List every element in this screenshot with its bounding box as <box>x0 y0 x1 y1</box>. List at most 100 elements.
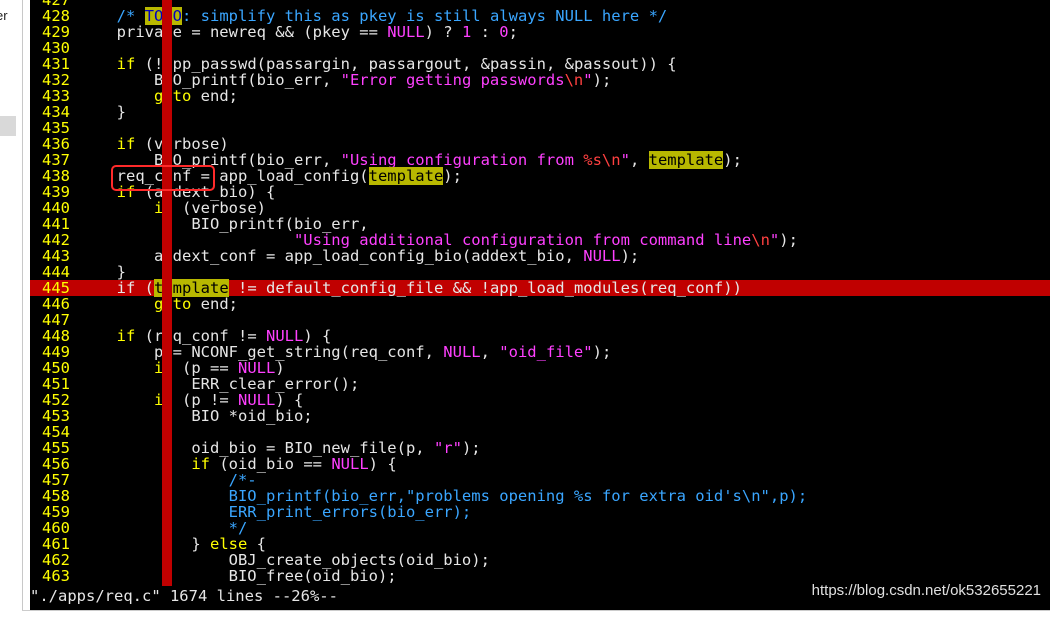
line-number: 449 <box>42 343 70 361</box>
line-number: 458 <box>42 487 70 505</box>
code-line[interactable]: 459 ERR_print_errors(bio_err); <box>30 504 1050 520</box>
panel-selection-strip[interactable] <box>0 116 16 136</box>
code-line[interactable]: 448 if (req_conf != NULL) { <box>30 328 1050 344</box>
line-number: 447 <box>42 311 70 329</box>
code-line[interactable]: 447 <box>30 312 1050 328</box>
code-token: NULL <box>443 343 481 361</box>
code-line[interactable]: 452 if (p != NULL) { <box>30 392 1050 408</box>
line-number: 441 <box>42 215 70 233</box>
code-line[interactable]: 460 */ <box>30 520 1050 536</box>
code-line[interactable]: 454 <box>30 424 1050 440</box>
colorcolumn-bar <box>162 0 172 586</box>
line-number: 461 <box>42 535 70 553</box>
line-number: 457 <box>42 471 70 489</box>
req-conf-annotation-box <box>111 165 215 191</box>
code-token: ; <box>508 23 518 41</box>
code-line[interactable]: 440 if (verbose) <box>30 200 1050 216</box>
code-line[interactable]: 442 "Using additional configuration from… <box>30 232 1050 248</box>
line-number: 439 <box>42 183 70 201</box>
code-line[interactable]: 436 if (verbose) <box>30 136 1050 152</box>
code-token: "r" <box>433 439 462 457</box>
code-line[interactable]: 451 ERR_clear_error(); <box>30 376 1050 392</box>
code-line[interactable]: 430 <box>30 40 1050 56</box>
code-token: 0 <box>499 23 509 41</box>
code-line[interactable]: 443 addext_conf = app_load_config_bio(ad… <box>30 248 1050 264</box>
code-line[interactable]: 445 if (template != default_config_file … <box>30 279 1050 297</box>
code-token: NULL <box>583 247 621 265</box>
code-line[interactable]: 458 BIO_printf(bio_err,"problems opening… <box>30 488 1050 504</box>
code-token: , <box>480 343 500 361</box>
code-line[interactable]: 455 oid_bio = BIO_new_file(p, "r"); <box>30 440 1050 456</box>
code-token: " <box>583 71 593 89</box>
code-token: goto <box>154 295 192 313</box>
code-token: 1 <box>461 23 472 41</box>
code-line[interactable]: 457 /*- <box>30 472 1050 488</box>
line-number: 442 <box>42 231 70 249</box>
line-number: 434 <box>42 103 70 121</box>
code-line[interactable]: 450 if (p == NULL) <box>30 360 1050 376</box>
code-line[interactable]: 453 BIO *oid_bio; <box>30 408 1050 424</box>
code-token: ); <box>620 247 640 265</box>
code-line[interactable]: 449 p = NCONF_get_string(req_conf, NULL,… <box>30 344 1050 360</box>
code-token: BIO_free(oid_bio); <box>70 567 397 585</box>
code-line[interactable]: 446 goto end; <box>30 296 1050 312</box>
code-line[interactable]: 435 <box>30 120 1050 136</box>
line-number: 431 <box>42 55 70 73</box>
code-line[interactable]: 444 } <box>30 264 1050 280</box>
code-line[interactable]: 462 OBJ_create_objects(oid_bio); <box>30 552 1050 568</box>
line-number: 463 <box>42 567 70 585</box>
code-token: ); <box>443 167 462 185</box>
code-token: template <box>368 167 444 185</box>
code-token: "Error getting passwords <box>340 71 565 89</box>
code-token: ); <box>592 71 612 89</box>
code-token: addext_conf = app_load_config_bio(addext… <box>70 247 584 265</box>
code-line[interactable]: 431 if (!app_passwd(passargin, passargou… <box>30 56 1050 72</box>
code-line[interactable]: 461 } else { <box>30 536 1050 552</box>
code-line[interactable]: 456 if (oid_bio == NULL) { <box>30 456 1050 472</box>
code-token: != default_config_file && !app_load_modu… <box>228 279 742 297</box>
line-number: 437 <box>42 151 70 169</box>
code-line[interactable]: 441 BIO_printf(bio_err, <box>30 216 1050 232</box>
line-number: 444 <box>42 263 70 281</box>
code-token: ) { <box>368 455 397 473</box>
line-number: 446 <box>42 295 70 313</box>
code-line[interactable]: 429 private = newreq && (pkey == NULL) ?… <box>30 24 1050 40</box>
code-token: %s\n <box>583 151 621 169</box>
line-number: 450 <box>42 359 70 377</box>
code-token: NULL <box>387 23 425 41</box>
watermark-text: https://blog.csdn.net/ok532655221 <box>811 582 1041 599</box>
line-number: 440 <box>42 199 70 217</box>
code-line[interactable]: 434 } <box>30 104 1050 120</box>
code-token: "oid_file" <box>499 343 593 361</box>
code-line[interactable]: 433 goto end; <box>30 88 1050 104</box>
line-number: 436 <box>42 135 70 153</box>
code-token: private = newreq && (pkey == <box>70 23 388 41</box>
terminal-window[interactable]: 427428 /* TODO: simplify this as pkey is… <box>30 0 1050 610</box>
line-number: 438 <box>42 167 70 185</box>
code-token: \n <box>751 231 770 249</box>
code-line[interactable]: 428 /* TODO: simplify this as pkey is st… <box>30 7 1050 25</box>
code-view[interactable]: 427428 /* TODO: simplify this as pkey is… <box>30 0 1050 584</box>
line-number: 429 <box>42 23 70 41</box>
line-number: 451 <box>42 375 70 393</box>
line-number: 433 <box>42 87 70 105</box>
code-token: ); <box>723 151 742 169</box>
line-number: 456 <box>42 455 70 473</box>
line-number: 435 <box>42 119 70 137</box>
code-token: ); <box>461 439 481 457</box>
line-number: 432 <box>42 71 70 89</box>
code-line[interactable]: 432 BIO_printf(bio_err, "Error getting p… <box>30 72 1050 88</box>
line-number: 460 <box>42 519 70 537</box>
line-number: 443 <box>42 247 70 265</box>
line-number: 454 <box>42 423 70 441</box>
code-token: " <box>769 231 780 249</box>
code-token: " <box>620 151 630 169</box>
line-number: 452 <box>42 391 70 409</box>
code-token: ); <box>592 343 612 361</box>
line-number: 448 <box>42 327 70 345</box>
line-number: 455 <box>42 439 70 457</box>
code-token: NULL <box>331 455 369 473</box>
code-token: } <box>70 103 126 121</box>
line-number: 459 <box>42 503 70 521</box>
